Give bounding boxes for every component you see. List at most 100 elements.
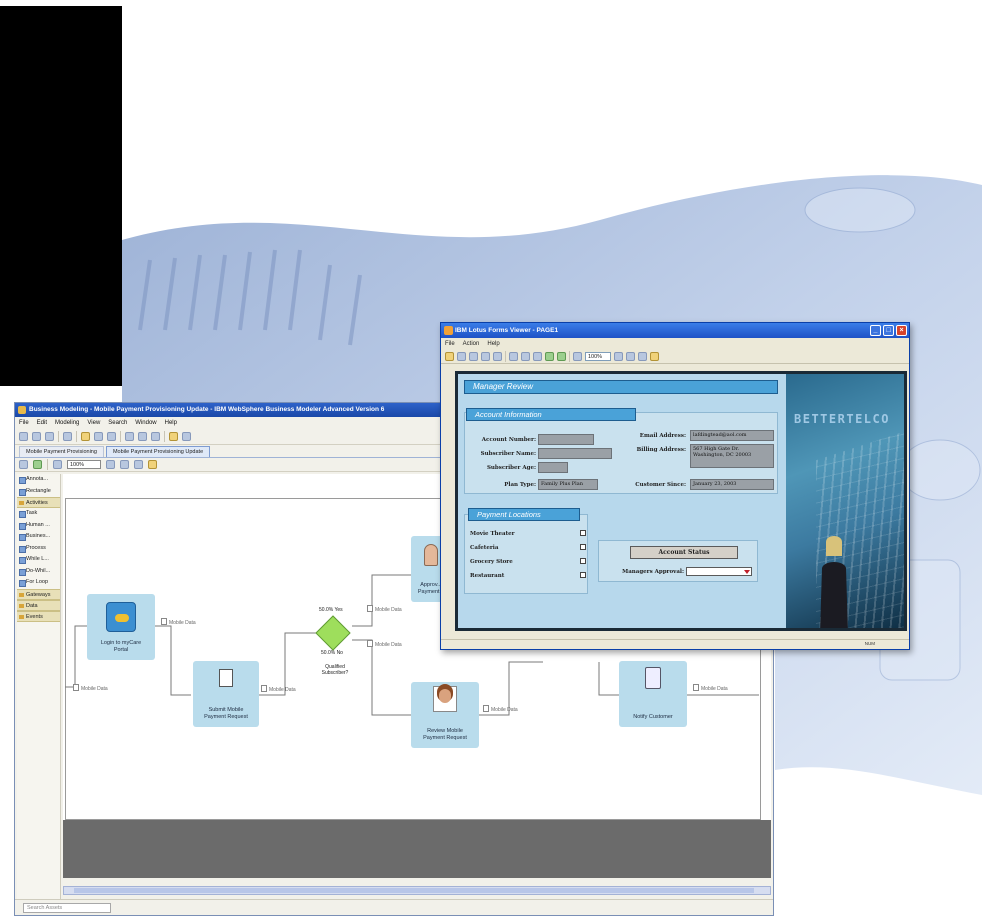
palette-item-human-task[interactable]: Human ... [17,520,60,532]
tab-mobile-payment-provisioning-update[interactable]: Mobile Payment Provisioning Update [105,446,211,457]
sign-icon[interactable] [545,351,554,361]
dropdown-arrow-icon[interactable] [744,570,750,574]
palette-item-for-loop[interactable]: For Loop [17,577,60,589]
managers-approval-dropdown[interactable] [686,567,752,576]
palette-item-process[interactable]: Process [17,543,60,555]
gateway-diamond [315,615,351,651]
menu-modeling[interactable]: Modeling [55,420,79,426]
layout-icon[interactable] [151,432,160,441]
layout-icon[interactable] [138,432,147,441]
account-status-button[interactable]: Account Status [630,546,738,559]
save-icon[interactable] [457,351,466,361]
data-label: Mobile Data [73,684,108,692]
customer-since-field[interactable]: January 23, 2003 [690,479,774,490]
forms-menu-action[interactable]: Action [463,341,480,347]
subscriber-age-label: Subscriber Age: [486,465,536,471]
movie-theater-checkbox[interactable] [580,530,586,536]
paste-icon[interactable] [533,351,542,361]
menu-view[interactable]: View [87,420,100,426]
note-icon[interactable] [148,460,157,469]
email-address-field[interactable]: lafdingtead@aol.com [690,430,774,441]
restaurant-checkbox[interactable] [580,572,586,578]
task-review-request[interactable]: Review Mobile Payment Request [411,682,479,748]
zoom-icon[interactable] [573,351,582,361]
forms-menu-help[interactable]: Help [487,341,499,347]
distribute-icon[interactable] [134,460,143,469]
palette-item-business-rule[interactable]: Busines... [17,531,60,543]
key-icon [106,602,136,632]
simulate-icon[interactable] [63,432,72,441]
select-icon[interactable] [19,460,28,469]
palette-item-task[interactable]: Task [17,508,60,520]
palette-group-data[interactable]: Data [17,599,60,611]
forms-zoom-select[interactable]: 100% [585,351,611,361]
palette-item-annotation[interactable]: Annota... [17,474,60,486]
account-number-label: Account Number: [481,437,536,443]
plan-type-field[interactable]: Family Plus Plan [538,479,598,490]
menu-search[interactable]: Search [108,420,127,426]
palette-group-events[interactable]: Events [17,610,60,622]
zoom-select[interactable]: 100% [67,460,101,469]
account-number-field[interactable] [538,434,594,445]
subscriber-age-field[interactable] [538,462,568,473]
analyze-icon[interactable] [94,432,103,441]
tab-mobile-payment-provisioning[interactable]: Mobile Payment Provisioning [19,446,104,457]
next-page-icon[interactable] [626,351,635,361]
maximize-icon[interactable]: □ [883,325,894,336]
help-icon[interactable] [107,432,116,441]
cut-icon[interactable] [509,351,518,361]
location-restaurant: Restaurant [470,573,505,579]
menu-file[interactable]: File [19,420,29,426]
search-assets-input[interactable]: Search Assets [23,903,111,913]
sun-icon[interactable] [650,351,659,361]
data-label: Mobile Data [367,640,402,648]
palette-group-gateways[interactable]: Gateways [17,588,60,600]
forms-toolbar: 100% [441,349,909,364]
payment-locations-header: Payment Locations [468,508,580,521]
layout-icon[interactable] [125,432,134,441]
task-submit-request[interactable]: Submit Mobile Payment Request [193,661,259,727]
attach-icon[interactable] [557,351,566,361]
print-icon[interactable] [45,432,54,441]
subscriber-name-field[interactable] [538,448,612,459]
forms-menu-file[interactable]: File [445,341,455,347]
forward-arrow-icon[interactable] [182,432,191,441]
folder-icon[interactable] [81,432,90,441]
save-icon[interactable] [32,432,41,441]
modeler-app-icon [18,406,26,414]
palette-group-activities[interactable]: Activities [17,497,60,508]
close-icon[interactable]: × [896,325,907,336]
palette-item-while-loop[interactable]: While L... [17,554,60,566]
task-login-label: Login to myCare Portal [100,640,142,653]
align-icon[interactable] [120,460,129,469]
preview-icon[interactable] [493,351,502,361]
globe-icon[interactable] [638,351,647,361]
zoom-icon[interactable] [53,460,62,469]
grocery-store-checkbox[interactable] [580,558,586,564]
task-notify-customer[interactable]: Notify Customer [619,661,687,727]
back-arrow-icon[interactable] [169,432,178,441]
grid-icon[interactable] [106,460,115,469]
form-body: Manager Review Account Information Accou… [458,374,904,628]
submit-icon[interactable] [469,351,478,361]
menu-help[interactable]: Help [165,420,177,426]
subscriber-name-label: Subscriber Name: [480,451,536,457]
task-notify-label: Notify Customer [633,714,673,720]
task-login-portal[interactable]: Login to myCare Portal [87,594,155,660]
menu-edit[interactable]: Edit [37,420,47,426]
horizontal-scrollbar[interactable] [63,886,771,895]
forms-status-bar: NUM [441,639,909,649]
prev-page-icon[interactable] [614,351,623,361]
connect-icon[interactable] [33,460,42,469]
minimize-icon[interactable]: _ [870,325,881,336]
cafeteria-checkbox[interactable] [580,544,586,550]
palette-item-rectangle[interactable]: Rectangle [17,486,60,498]
menu-window[interactable]: Window [135,420,156,426]
copy-icon[interactable] [521,351,530,361]
billing-address-field[interactable]: 567 High Gate Dr. Washington, DC 20003 [690,444,774,468]
new-icon[interactable] [19,432,28,441]
scrollbar-thumb[interactable] [74,888,754,893]
open-icon[interactable] [445,351,454,361]
print-icon[interactable] [481,351,490,361]
palette-item-do-while-loop[interactable]: Do-Whil... [17,566,60,578]
